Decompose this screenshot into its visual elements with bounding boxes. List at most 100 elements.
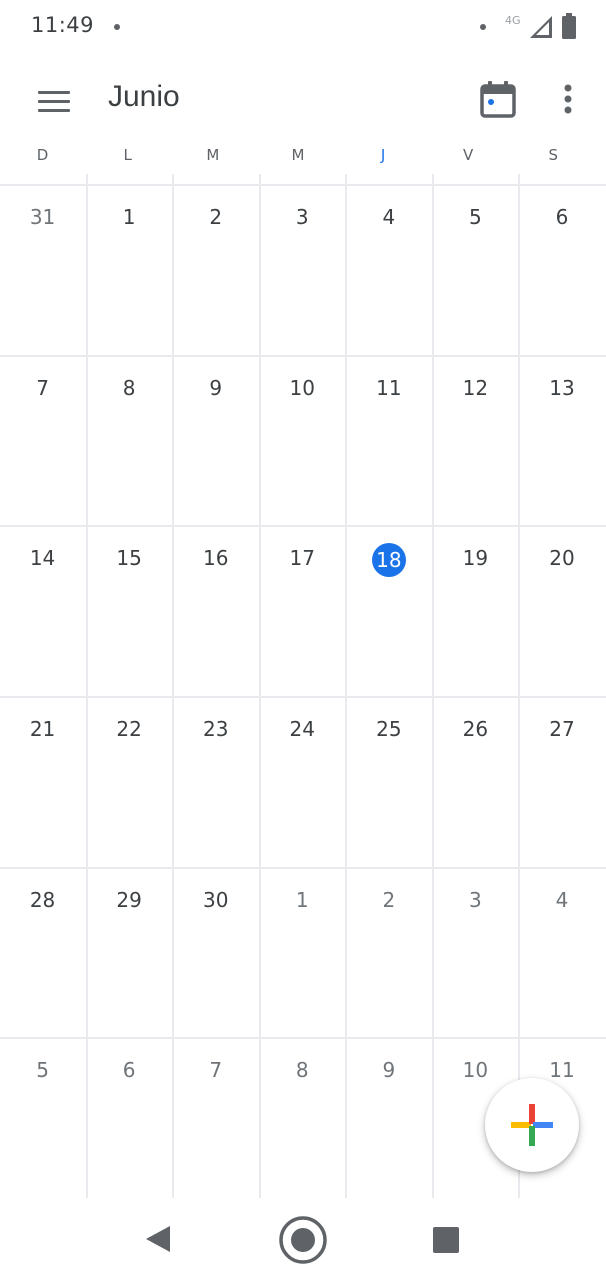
day-cell[interactable]: 4 <box>519 867 604 1036</box>
weekday-label: S <box>548 146 559 164</box>
system-nav-bar <box>0 1198 606 1280</box>
day-cell[interactable]: 3 <box>433 867 518 1036</box>
day-number: 5 <box>36 1058 49 1083</box>
day-number: 8 <box>295 1058 309 1083</box>
day-number: 12 <box>462 375 489 400</box>
day-cell[interactable]: 4 <box>346 184 431 353</box>
day-number: 4 <box>555 887 569 912</box>
day-cell[interactable]: 12 <box>433 355 518 524</box>
day-cell[interactable]: 5 <box>0 1037 85 1206</box>
day-cell[interactable]: 1 <box>87 184 172 353</box>
notification-dot-icon <box>480 24 486 30</box>
day-number: 5 <box>469 205 482 229</box>
day-cell[interactable]: 8 <box>87 355 172 524</box>
day-cell[interactable]: 14 <box>0 525 85 694</box>
day-number: 14 <box>29 546 56 571</box>
day-cell[interactable]: 3 <box>260 184 345 353</box>
day-number: 13 <box>549 375 575 400</box>
day-number: 9 <box>209 375 223 400</box>
day-cell[interactable]: 9 <box>173 355 258 524</box>
day-cell[interactable]: 25 <box>346 696 431 865</box>
day-cell[interactable]: 31 <box>0 184 85 353</box>
day-cell[interactable]: 29 <box>87 867 172 1036</box>
day-cell[interactable]: 7 <box>173 1037 258 1206</box>
day-cell[interactable]: 21 <box>0 696 85 865</box>
day-cell[interactable]: 7 <box>0 355 85 524</box>
day-cell[interactable]: 16 <box>173 525 258 694</box>
day-cell[interactable]: 27 <box>519 696 604 865</box>
day-number: 11 <box>376 375 402 400</box>
signal-icon <box>530 16 552 38</box>
day-number: 25 <box>376 717 402 741</box>
menu-button[interactable] <box>30 82 78 122</box>
day-cell[interactable]: 23 <box>173 696 258 865</box>
notification-dot-icon <box>114 24 120 30</box>
status-bar: 11:49 4G <box>0 0 606 54</box>
day-cell[interactable]: 2 <box>346 867 431 1036</box>
day-number: 3 <box>295 205 309 229</box>
day-number-today: 18 <box>371 543 406 578</box>
hamburger-menu-line <box>38 109 70 112</box>
battery-icon <box>562 13 576 39</box>
day-cell[interactable]: 2 <box>173 184 258 353</box>
day-number: 8 <box>122 375 136 400</box>
day-cell[interactable]: 15 <box>87 525 172 694</box>
network-type-label: 4G <box>505 14 521 27</box>
month-grid: 31 1 2 3 4 5 6 7 8 9 10 11 12 13 14 15 16 17 18 19 20 21 22 23 2… <box>0 174 606 1198</box>
day-cell[interactable]: 6 <box>87 1037 172 1206</box>
day-cell[interactable]: 22 <box>87 696 172 865</box>
day-cell[interactable]: 20 <box>519 525 604 694</box>
weekday-header: D L M M J V S <box>0 146 606 174</box>
day-number: 21 <box>29 717 56 741</box>
weekday-label: V <box>463 146 474 164</box>
hamburger-menu-line <box>38 100 70 103</box>
home-circle-icon[interactable] <box>278 1215 328 1265</box>
day-number: 1 <box>295 887 309 912</box>
more-options-button[interactable] <box>550 80 586 120</box>
day-cell[interactable]: 26 <box>433 696 518 865</box>
month-title[interactable]: Junio <box>108 80 180 114</box>
day-number: 9 <box>382 1058 396 1083</box>
day-number: 2 <box>382 887 396 912</box>
day-cell[interactable]: 6 <box>519 184 604 353</box>
day-cell[interactable]: 18 <box>346 525 431 694</box>
recents-square-icon[interactable] <box>433 1227 459 1253</box>
day-number: 16 <box>202 546 229 571</box>
day-cell[interactable]: 17 <box>260 525 345 694</box>
day-number: 26 <box>462 717 489 741</box>
hamburger-menu-icon <box>38 91 70 94</box>
day-cell[interactable]: 28 <box>0 867 85 1036</box>
day-number: 7 <box>36 375 49 400</box>
status-time: 11:49 <box>31 13 95 37</box>
day-number: 31 <box>29 205 56 229</box>
app-bar: Junio <box>0 54 606 146</box>
day-number: 17 <box>289 546 315 571</box>
day-cell[interactable]: 10 <box>260 355 345 524</box>
day-cell[interactable]: 5 <box>433 184 518 353</box>
day-cell[interactable]: 9 <box>346 1037 431 1206</box>
day-number: 7 <box>209 1058 223 1083</box>
day-number: 27 <box>549 717 575 741</box>
calendar-today-icon <box>480 81 516 118</box>
day-cell[interactable]: 24 <box>260 696 345 865</box>
day-cell[interactable]: 30 <box>173 867 258 1036</box>
today-button[interactable] <box>476 78 520 122</box>
back-triangle-icon[interactable] <box>144 1224 172 1254</box>
weekday-label: M <box>291 146 305 164</box>
more-vert-icon <box>564 84 572 114</box>
day-number: 3 <box>469 887 482 912</box>
day-cell[interactable]: 19 <box>433 525 518 694</box>
day-number: 4 <box>382 205 396 229</box>
day-number: 15 <box>116 546 142 571</box>
day-number: 23 <box>202 717 229 741</box>
day-cell[interactable]: 1 <box>260 867 345 1036</box>
day-number: 22 <box>116 717 142 741</box>
plus-icon <box>511 1104 553 1146</box>
day-cell[interactable]: 13 <box>519 355 604 524</box>
day-cell[interactable]: 8 <box>260 1037 345 1206</box>
create-event-button[interactable] <box>485 1078 579 1172</box>
day-number: 29 <box>116 887 142 912</box>
weekday-label: D <box>36 146 49 164</box>
day-cell[interactable]: 11 <box>346 355 431 524</box>
day-number: 1 <box>122 205 136 229</box>
